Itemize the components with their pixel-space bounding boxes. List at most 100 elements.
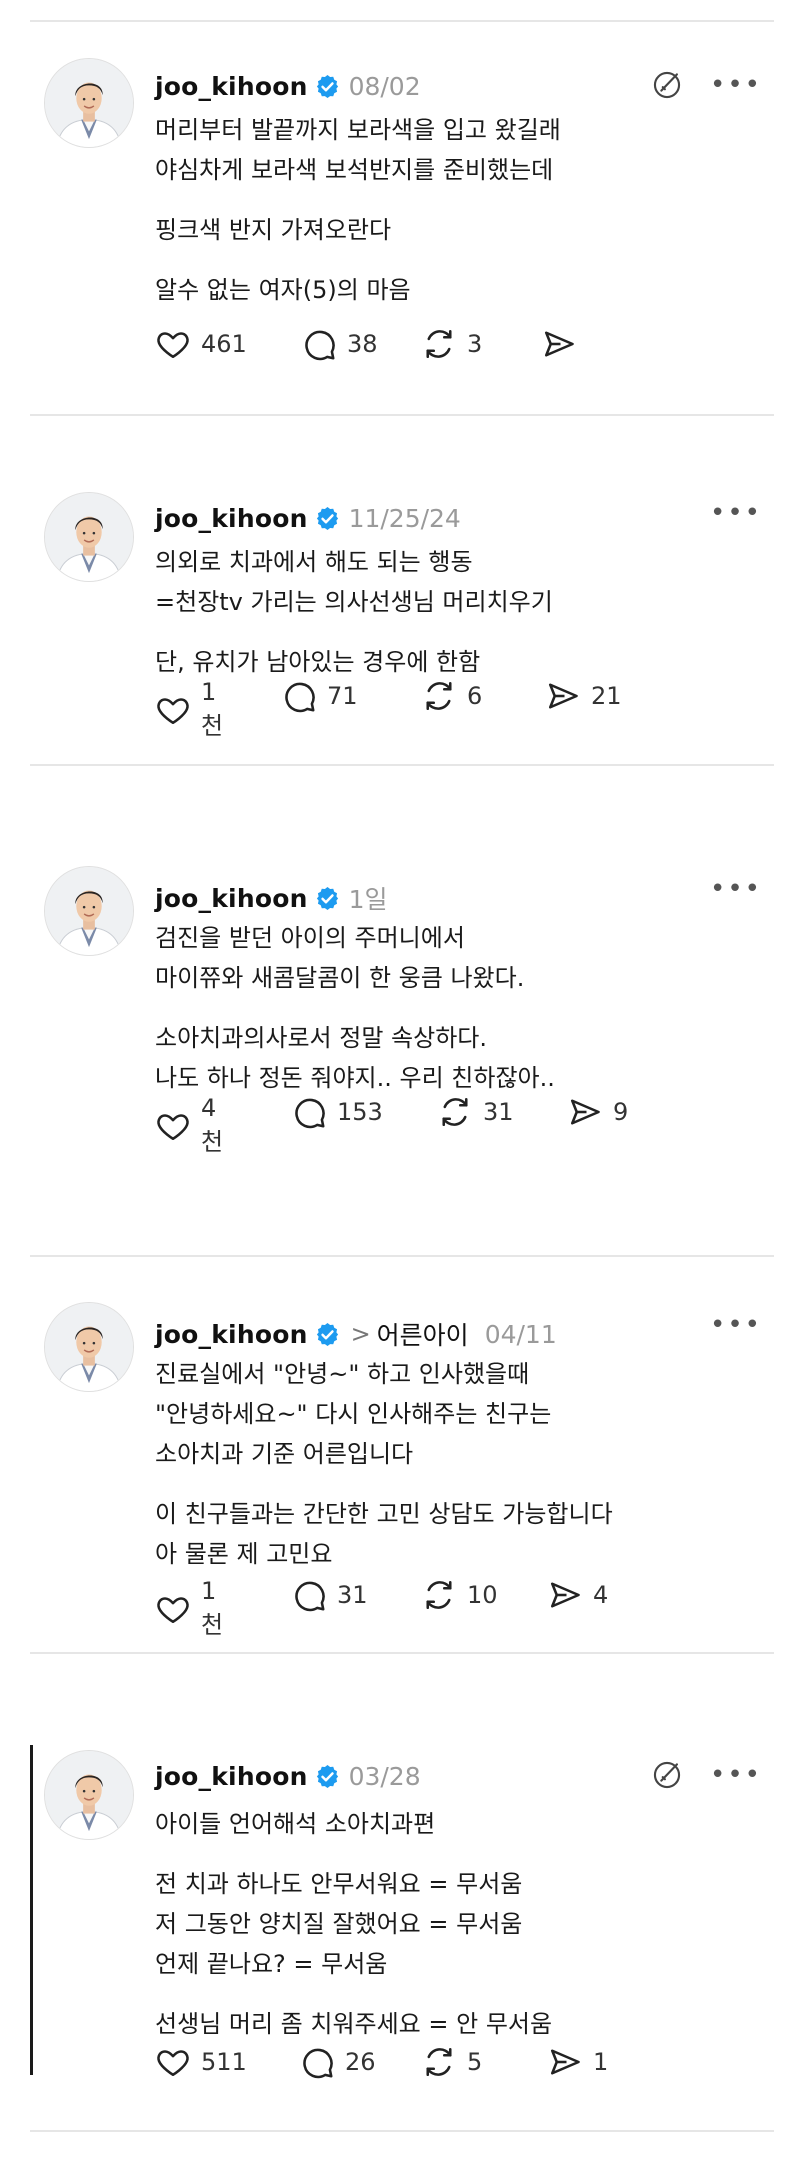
post-header: joo_kihoon 11/25/24 [155,504,461,533]
avatar[interactable] [44,1750,134,1840]
avatar[interactable] [44,866,134,956]
share-button[interactable]: 1 [547,2044,608,2080]
repost-icon [421,678,457,714]
repost-button[interactable]: 3 [421,326,482,362]
send-icon [545,678,581,714]
username[interactable]: joo_kihoon [155,1762,308,1791]
post-text-line: 야심차게 보라색 보석반지를 준비했는데 [155,156,554,184]
reply-button[interactable]: 153 [291,1094,383,1130]
send-icon [541,326,577,362]
mute-icon[interactable] [650,68,684,102]
reply-button[interactable]: 26 [299,2044,376,2080]
post-body: 진료실에서 "안녕~" 하고 인사했을때 "안녕하세요~" 다시 인사해주는 친구… [155,1354,760,1574]
post-text-line: 나도 하나 정돈 줘야지.. 우리 친하잖아.. [155,1064,555,1092]
verified-badge-icon [314,885,341,912]
reply-count: 38 [347,330,378,358]
repost-icon [421,2044,457,2080]
repost-count: 6 [467,682,483,710]
reply-count: 26 [345,2048,376,2076]
post-body: 의외로 치과에서 해도 되는 행동 =천장tv 가리는 의사선생님 머리치우기 단,… [155,542,760,682]
more-icon[interactable]: ••• [710,500,762,526]
post-corner-actions: ••• [650,1758,762,1792]
post-card: joo_kihoon 08/02 ••• 머리부터 발끝까지 보라색을 입고 왔길래 야… [30,22,774,414]
username[interactable]: joo_kihoon [155,884,308,913]
send-icon [547,1577,583,1613]
like-button[interactable]: 4천 [155,1094,223,1157]
post-text-line: 마이쮸와 새콤달콤이 한 웅큼 나왔다. [155,964,525,992]
reply-button[interactable]: 31 [291,1577,368,1613]
repost-button[interactable]: 6 [421,678,482,714]
share-button[interactable] [541,326,587,362]
post-header: joo_kihoon > 어른아이 04/11 [155,1316,557,1352]
like-count: 1천 [201,678,224,740]
share-count: 4 [593,1581,609,1609]
heart-icon [155,326,191,362]
heart-icon [155,692,191,728]
like-button[interactable]: 1천 [155,678,223,741]
share-button[interactable]: 21 [545,678,622,714]
post-date: 08/02 [348,72,421,101]
post-text-line: 언제 끝나요? = 무서움 [155,1950,388,1978]
like-count: 1천 [201,1577,224,1639]
chevron-right-icon: > [350,1320,371,1348]
post-date: 1일 [348,885,388,914]
mute-icon[interactable] [650,1758,684,1792]
post-card: joo_kihoon 1일 ••• 검진을 받던 아이의 주머니에서 마이쮸와 새콤달콤… [30,830,774,1255]
avatar[interactable] [44,492,134,582]
post-body: 아이들 언어해석 소아치과편 전 치과 하나도 안무서워요 = 무서움 저 그동안 … [155,1804,760,2044]
avatar[interactable] [44,1302,134,1392]
send-icon [547,2044,583,2080]
post-text-line: 아 물론 제 고민요 [155,1540,333,1568]
like-button[interactable]: 1천 [155,1577,223,1640]
repost-icon [421,326,457,362]
username[interactable]: joo_kihoon [155,504,308,533]
like-button[interactable]: 511 [155,2044,247,2080]
post-text-line: 진료실에서 "안녕~" 하고 인사했을때 [155,1360,530,1388]
post-text-line: =천장tv 가리는 의사선생님 머리치우기 [155,588,553,616]
comment-icon [291,1577,327,1613]
post-text-line: 선생님 머리 좀 치워주세요 = 안 무서움 [155,2010,553,2038]
like-count: 511 [201,2048,247,2076]
post-header: joo_kihoon 08/02 [155,72,421,101]
more-icon[interactable]: ••• [710,1312,762,1338]
post-text-line: 소아치과의사로서 정말 속상하다. [155,1024,488,1052]
more-icon[interactable]: ••• [710,72,762,98]
reply-count: 71 [327,682,358,710]
post-text-line: 단, 유치가 남아있는 경우에 한함 [155,648,481,676]
post-card: joo_kihoon > 어른아이 04/11 ••• 진료실에서 "안녕~" 하고 인사… [30,1270,774,1652]
repost-icon [437,1094,473,1130]
post-date: 03/28 [348,1762,421,1791]
more-icon[interactable]: ••• [710,876,762,902]
comment-icon [291,1094,327,1130]
post-divider [30,2130,774,2132]
post-text-line: "안녕하세요~" 다시 인사해주는 친구는 [155,1400,552,1428]
share-count: 1 [593,2048,609,2076]
reply-button[interactable]: 71 [281,678,358,714]
post-text-line: 저 그동안 양치질 잘했어요 = 무서움 [155,1910,523,1938]
share-button[interactable]: 9 [567,1094,628,1130]
reply-button[interactable]: 38 [301,326,378,362]
username[interactable]: joo_kihoon [155,72,308,101]
verified-badge-icon [314,73,341,100]
username[interactable]: joo_kihoon [155,1320,308,1349]
like-button[interactable]: 461 [155,326,247,362]
avatar[interactable] [44,58,134,148]
more-icon[interactable]: ••• [710,1762,762,1788]
post-body: 머리부터 발끝까지 보라색을 입고 왔길래 야심차게 보라색 보석반지를 준비했는… [155,110,760,310]
topic-tag[interactable]: 어른아이 [377,1316,469,1352]
repost-button[interactable]: 10 [421,1577,498,1613]
post-text-line: 아이들 언어해석 소아치과편 [155,1810,436,1838]
post-body: 검진을 받던 아이의 주머니에서 마이쮸와 새콤달콤이 한 웅큼 나왔다. 소아치과… [155,918,760,1098]
repost-button[interactable]: 5 [421,2044,482,2080]
thread-line [30,1745,33,2075]
post-header: joo_kihoon 03/28 [155,1762,421,1791]
repost-count: 31 [483,1098,514,1126]
repost-button[interactable]: 31 [437,1094,514,1130]
share-button[interactable]: 4 [547,1577,608,1613]
share-count: 21 [591,682,622,710]
